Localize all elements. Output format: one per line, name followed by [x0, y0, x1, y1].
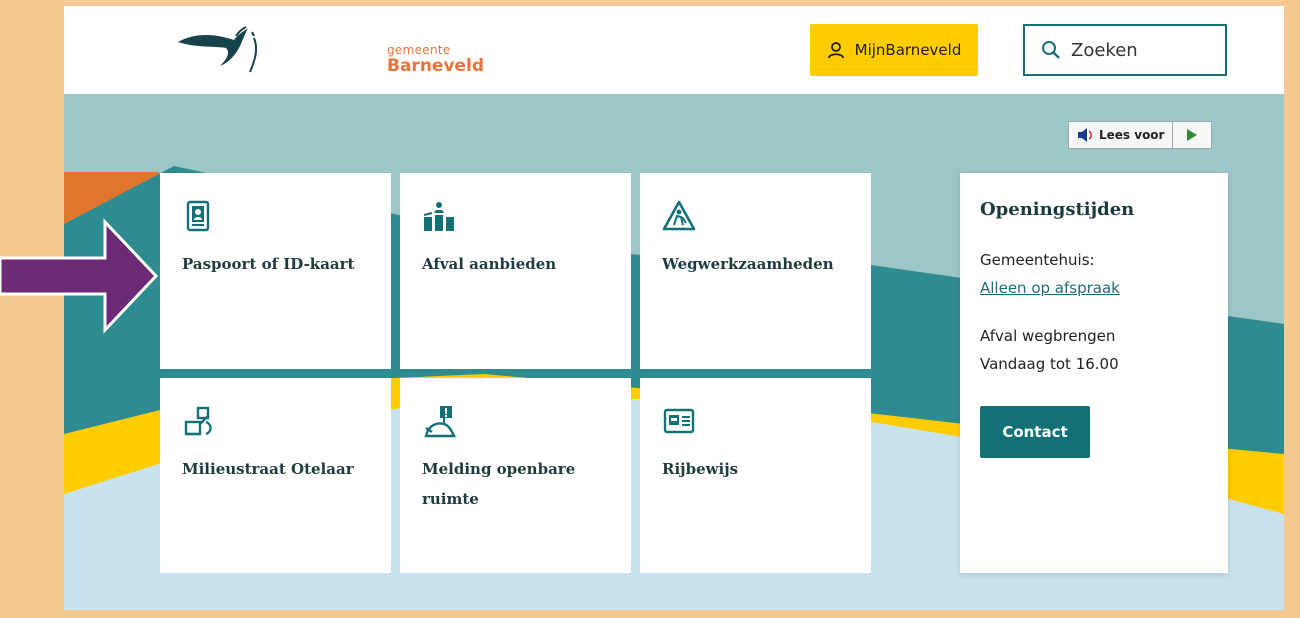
driving-license-icon — [663, 408, 695, 434]
contact-button[interactable]: Contact — [980, 406, 1090, 458]
mijn-barneveld-label: MijnBarneveld — [854, 41, 962, 59]
public-space-report-icon — [424, 406, 456, 438]
municipality-logo[interactable]: gemeente Barneveld — [176, 24, 484, 76]
townhall-label: Gemeentehuis: — [980, 251, 1095, 269]
tile-public-space-report[interactable]: Melding openbare ruimte — [400, 378, 631, 573]
read-aloud-label: Lees voor — [1099, 128, 1165, 142]
user-icon — [827, 42, 844, 59]
tile-label: Wegwerkzaamheden — [662, 255, 834, 273]
passport-icon — [186, 200, 210, 232]
search-button[interactable]: Zoeken — [1023, 24, 1227, 76]
tile-label: Paspoort of ID-kaart — [182, 255, 355, 273]
tile-label: Milieustraat Otelaar — [182, 460, 354, 478]
logo-subtitle: gemeente — [387, 43, 451, 57]
appointment-link[interactable]: Alleen op afspraak — [980, 274, 1208, 302]
tile-label: Melding openbare ruimte — [422, 460, 576, 508]
tile-driving-license[interactable]: Rijbewijs — [640, 378, 871, 573]
waste-bins-icon — [423, 202, 454, 231]
annotation-arrow-icon — [0, 218, 159, 334]
recycling-station-icon — [184, 406, 212, 436]
waste-dropoff-time: Vandaag tot 16.00 — [980, 355, 1119, 373]
opening-hours-card: Openingstijden Gemeentehuis: Alleen op a… — [960, 173, 1228, 573]
search-icon — [1042, 41, 1060, 59]
read-aloud-button[interactable]: Lees voor — [1069, 122, 1174, 148]
mijn-barneveld-button[interactable]: MijnBarneveld — [810, 24, 978, 76]
tile-passport[interactable]: Paspoort of ID-kaart — [160, 173, 391, 369]
tile-recycling-station[interactable]: Milieustraat Otelaar — [160, 378, 391, 573]
play-icon — [1187, 129, 1198, 141]
site-header: gemeente Barneveld MijnBarneveld Zoeken — [64, 6, 1284, 94]
waste-dropoff-label: Afval wegbrengen — [980, 327, 1116, 345]
opening-hours-title: Openingstijden — [980, 199, 1135, 220]
tile-label: Rijbewijs — [662, 460, 739, 478]
contact-label: Contact — [1002, 423, 1068, 441]
bird-logo-icon — [178, 26, 258, 73]
readspeaker-play-button[interactable] — [1173, 122, 1211, 148]
speaker-icon — [1078, 128, 1093, 142]
tile-label: Afval aanbieden — [422, 255, 557, 273]
page-frame: gemeente Barneveld MijnBarneveld Zoeken — [64, 6, 1284, 610]
tile-waste[interactable]: Afval aanbieden — [400, 173, 631, 369]
roadworks-icon — [662, 200, 696, 231]
search-label: Zoeken — [1071, 39, 1138, 61]
readspeaker-widget: Lees voor — [1068, 121, 1213, 149]
logo-title: Barneveld — [387, 56, 485, 76]
tile-roadworks[interactable]: Wegwerkzaamheden — [640, 173, 871, 369]
